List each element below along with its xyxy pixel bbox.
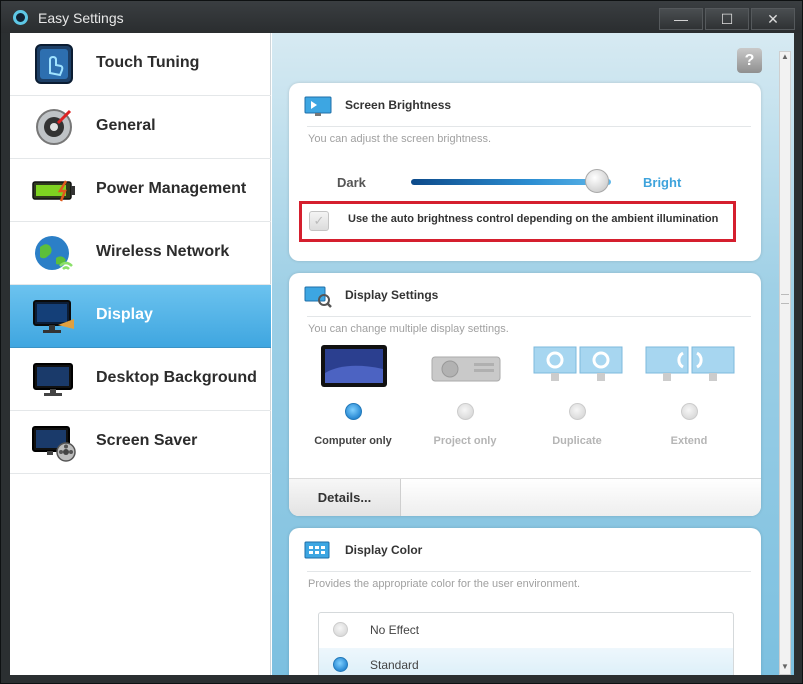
divider: [307, 316, 751, 317]
close-button[interactable]: ✕: [751, 8, 795, 30]
sidebar-item-label: General: [96, 117, 156, 134]
sidebar-item-display[interactable]: Display: [10, 285, 271, 348]
mode-label: Extend: [670, 435, 708, 447]
sidebar-item-touch-tuning[interactable]: Touch Tuning: [10, 33, 271, 96]
desktop-background-icon: [33, 363, 73, 396]
color-palette-icon: [304, 541, 330, 559]
mode-label: Duplicate: [552, 435, 602, 447]
radio-button[interactable]: [681, 403, 698, 420]
duplicate-display-icon: [533, 346, 623, 381]
panel-description: You can change multiple display settings…: [308, 323, 509, 335]
minimize-button[interactable]: —: [659, 8, 703, 30]
app-logo-icon: [13, 10, 28, 25]
monitor-brightness-icon: [304, 96, 332, 116]
sidebar-item-label: Wireless Network: [96, 243, 230, 260]
projector-icon: [431, 356, 501, 382]
sidebar-item-power-management[interactable]: Power Management: [10, 159, 271, 222]
sidebar-item-label: Screen Saver: [96, 432, 198, 449]
sidebar-item-desktop-background[interactable]: Desktop Background: [10, 348, 271, 411]
color-option-no-effect[interactable]: No Effect: [319, 613, 733, 647]
mode-project-only[interactable]: Project only: [415, 343, 515, 453]
brightness-slider-track[interactable]: [411, 179, 611, 185]
monitor-search-icon: [304, 286, 332, 308]
radio-button[interactable]: [345, 403, 362, 420]
battery-icon: [32, 180, 75, 202]
sidebar-item-wireless-network[interactable]: Wireless Network: [10, 222, 271, 285]
auto-brightness-highlight: ✓ Use the auto brightness control depend…: [299, 201, 736, 242]
help-button[interactable]: ?: [737, 48, 762, 73]
slider-min-label: Dark: [337, 175, 366, 190]
title-bar[interactable]: Easy Settings — ☐ ✕: [1, 1, 802, 33]
window-title: Easy Settings: [38, 10, 124, 26]
content-area: ? ▲ ▼ Screen Brightness You can adjust t…: [272, 33, 794, 675]
general-icon: [36, 109, 72, 145]
radio-button[interactable]: [333, 622, 348, 637]
vertical-scrollbar[interactable]: ▲ ▼: [779, 51, 791, 675]
panel-title: Display Settings: [345, 288, 439, 302]
details-button[interactable]: Details...: [289, 479, 401, 516]
panel-title: Screen Brightness: [345, 98, 452, 112]
scroll-up-arrow-icon[interactable]: ▲: [780, 52, 790, 64]
option-label: Standard: [370, 658, 419, 672]
sidebar-item-label: Display: [96, 306, 153, 323]
maximize-button[interactable]: ☐: [705, 8, 749, 30]
panel-title: Display Color: [345, 543, 423, 557]
auto-brightness-checkbox[interactable]: ✓: [309, 211, 329, 231]
panel-description: You can adjust the screen brightness.: [308, 133, 492, 145]
auto-brightness-label: Use the auto brightness control dependin…: [348, 213, 719, 225]
mode-label: Project only: [433, 435, 497, 447]
color-option-standard[interactable]: Standard: [319, 648, 733, 675]
mode-duplicate[interactable]: Duplicate: [527, 343, 627, 453]
screen-saver-icon: [32, 426, 76, 462]
easy-settings-window: Easy Settings — ☐ ✕ Touch Tuning General…: [0, 0, 803, 684]
slider-max-label: Bright: [643, 175, 682, 190]
brightness-slider-thumb[interactable]: [585, 169, 609, 193]
sidebar-item-label: Desktop Background: [96, 369, 257, 386]
option-label: No Effect: [370, 623, 420, 637]
details-bar: Details...: [289, 478, 761, 516]
sidebar-item-general[interactable]: General: [10, 96, 271, 159]
radio-button[interactable]: [569, 403, 586, 420]
scroll-down-arrow-icon[interactable]: ▼: [780, 662, 790, 674]
mode-label: Computer only: [314, 435, 392, 447]
extend-display-icon: [645, 346, 735, 381]
mode-computer-only[interactable]: Computer only: [303, 343, 403, 453]
client-area: Touch Tuning General Power Management Wi…: [10, 33, 794, 675]
display-settings-panel: Display Settings You can change multiple…: [289, 273, 761, 516]
divider: [307, 126, 751, 127]
radio-button[interactable]: [457, 403, 474, 420]
color-options-list: No Effect Standard: [318, 612, 734, 675]
sidebar: Touch Tuning General Power Management Wi…: [10, 33, 271, 675]
display-icon: [33, 300, 74, 333]
divider: [307, 571, 751, 572]
scroll-grip[interactable]: [781, 294, 789, 304]
sidebar-item-label: Power Management: [96, 180, 247, 197]
touch-tuning-icon: [35, 44, 73, 84]
panel-description: Provides the appropriate color for the u…: [308, 578, 581, 590]
globe-wifi-icon: [35, 236, 73, 270]
display-color-panel: Display Color Provides the appropriate c…: [289, 528, 761, 675]
sidebar-item-screen-saver[interactable]: Screen Saver: [10, 411, 271, 474]
sidebar-item-label: Touch Tuning: [96, 54, 200, 71]
mode-extend[interactable]: Extend: [639, 343, 739, 453]
radio-button[interactable]: [333, 657, 348, 672]
screen-brightness-panel: Screen Brightness You can adjust the scr…: [289, 83, 761, 261]
laptop-display-icon: [321, 345, 387, 387]
